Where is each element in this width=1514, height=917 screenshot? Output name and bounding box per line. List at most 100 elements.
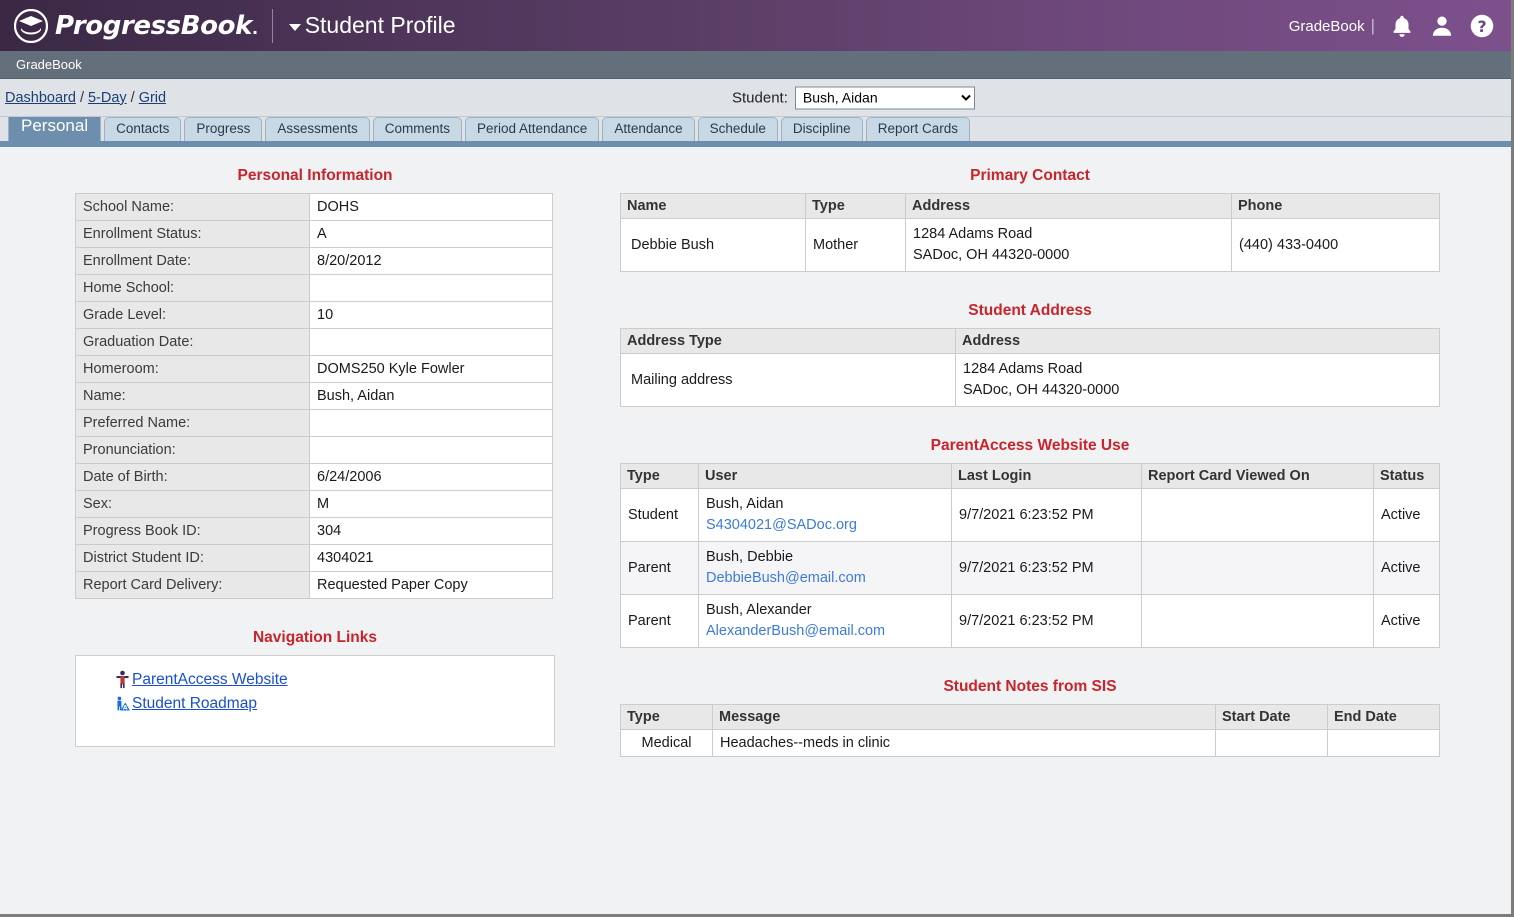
cell-message: Headaches--meds in clinic: [712, 729, 1216, 758]
row-value: [309, 274, 553, 302]
row-label: Home School:: [75, 274, 310, 302]
cell-type: Medical: [620, 729, 713, 758]
student-address-title: Student Address: [968, 302, 1092, 320]
main-content: Personal Information School Name: DOHS En…: [0, 147, 1511, 892]
column-header-start-date: Start Date: [1215, 704, 1328, 731]
row-label: Preferred Name:: [75, 409, 310, 437]
row-label: Date of Birth:: [75, 463, 310, 491]
student-select[interactable]: Bush, Aidan: [794, 86, 975, 109]
navigation-link-parentaccess-website[interactable]: ParentAccess Website: [132, 671, 288, 689]
tab-comments[interactable]: Comments: [372, 117, 462, 141]
table-row: District Student ID: 4304021: [75, 544, 553, 572]
user-email-link[interactable]: AlexanderBush@email.com: [706, 621, 944, 642]
cell-type: Parent: [620, 594, 699, 649]
column-header-phone: Phone: [1231, 193, 1440, 219]
column-header-message: Message: [712, 704, 1216, 731]
tab-schedule[interactable]: Schedule: [697, 117, 778, 141]
chevron-down-icon[interactable]: [288, 23, 301, 31]
person-roadmap-icon: A: [117, 696, 130, 711]
row-value: [309, 436, 553, 464]
cell-status: Active: [1373, 594, 1440, 649]
row-value: 10: [309, 301, 553, 329]
help-question-icon[interactable]: ?: [1469, 13, 1495, 39]
student-picker: Student: Bush, Aidan: [732, 86, 975, 109]
column-header-name: Name: [620, 193, 806, 219]
cell-report-card-viewed-on: [1141, 594, 1374, 649]
tab-attendance[interactable]: Attendance: [602, 117, 695, 141]
student-address-table: Address Type Address Mailing address 128…: [620, 328, 1440, 408]
progressbook-logo[interactable]: ProgressBook.: [14, 8, 258, 43]
address-line-2: SADoc, OH 44320-0000: [963, 382, 1120, 399]
cell-name: Debbie Bush: [620, 217, 806, 273]
right-column: Primary Contact Name Type Address Phone …: [620, 167, 1440, 758]
tab-assessments[interactable]: Assessments: [265, 117, 370, 141]
table-row: Progress Book ID: 304: [75, 517, 553, 545]
user-email-link[interactable]: S4304021@SADoc.org: [706, 515, 944, 536]
address-line-1: 1284 Adams Road: [913, 226, 1033, 242]
brand-bold: ProgressBook: [55, 10, 252, 41]
module-bar: GradeBook: [0, 51, 1511, 79]
user-account-icon[interactable]: [1429, 13, 1455, 39]
breadcrumb-item-grid[interactable]: Grid: [139, 90, 166, 106]
navigation-links-box: ParentAccess Website A Student Roadmap: [75, 655, 555, 747]
person-icon: [116, 670, 129, 689]
brand-dot: .: [252, 18, 258, 38]
breadcrumb-item-5-day[interactable]: 5-Day: [88, 90, 127, 106]
page-title-menu[interactable]: Student Profile: [288, 12, 456, 39]
row-value: 8/20/2012: [309, 247, 553, 275]
table-row: Home School:: [75, 274, 553, 302]
cell-last-login: 9/7/2021 6:23:52 PM: [951, 488, 1142, 543]
breadcrumb-item-dashboard[interactable]: Dashboard: [5, 90, 76, 106]
column-header-report-card-viewed-on: Report Card Viewed On: [1141, 463, 1374, 490]
module-name: GradeBook: [16, 57, 82, 72]
column-header-address: Address: [955, 328, 1440, 355]
row-value: A: [309, 220, 553, 248]
user-name: Bush, Alexander: [706, 602, 812, 619]
table-row: Pronunciation:: [75, 436, 553, 464]
cell-user: Bush, Debbie DebbieBush@email.com: [698, 541, 952, 596]
parentaccess-website-use-title: ParentAccess Website Use: [930, 437, 1130, 455]
table-row: Enrollment Status: A: [75, 220, 553, 248]
table-header-row: Address Type Address: [620, 328, 1440, 355]
table-row: Date of Birth: 6/24/2006: [75, 463, 553, 491]
cell-address: 1284 Adams Road SADoc, OH 44320-0000: [905, 217, 1232, 273]
row-value: DOMS250 Kyle Fowler: [309, 355, 553, 383]
primary-contact-table: Name Type Address Phone Debbie Bush Moth…: [620, 193, 1440, 273]
notification-bell-icon[interactable]: [1389, 13, 1415, 39]
svg-text:A: A: [123, 704, 128, 711]
brand-name: ProgressBook.: [55, 11, 258, 41]
row-value: 6/24/2006: [309, 463, 553, 491]
row-value: [309, 328, 553, 356]
tab-period-attendance[interactable]: Period Attendance: [464, 117, 600, 141]
cell-phone: (440) 433-0400: [1231, 217, 1440, 273]
student-notes-from-sis-table: Type Message Start Date End Date Medical…: [620, 704, 1440, 758]
user-email-link[interactable]: DebbieBush@email.com: [706, 568, 944, 589]
column-header-type: Type: [620, 463, 699, 490]
navigation-link-student-roadmap[interactable]: Student Roadmap: [132, 695, 257, 713]
table-row: Mailing address 1284 Adams Road SADoc, O…: [620, 353, 1440, 408]
column-header-user: User: [698, 463, 952, 490]
tab-report-cards[interactable]: Report Cards: [865, 117, 970, 141]
tab-contacts[interactable]: Contacts: [104, 117, 182, 141]
header-pipe: |: [1370, 15, 1375, 35]
tab-discipline[interactable]: Discipline: [780, 117, 863, 141]
column-header-last-login: Last Login: [951, 463, 1142, 490]
cell-last-login: 9/7/2021 6:23:52 PM: [951, 594, 1142, 649]
row-label: Graduation Date:: [75, 328, 310, 356]
row-value: DOHS: [309, 193, 553, 221]
row-label: Progress Book ID:: [75, 517, 310, 545]
list-item[interactable]: ParentAccess Website: [114, 670, 554, 689]
column-header-address-type: Address Type: [620, 328, 956, 355]
breadcrumb-bar: Dashboard / 5-Day / Grid Student: Bush, …: [0, 79, 1511, 117]
list-item[interactable]: A Student Roadmap: [114, 694, 554, 713]
page-title: Student Profile: [304, 12, 456, 38]
cell-report-card-viewed-on: [1141, 488, 1374, 543]
cell-type: Parent: [620, 541, 699, 596]
table-header-row: Type User Last Login Report Card Viewed …: [620, 463, 1440, 490]
table-row: Name: Bush, Aidan: [75, 382, 553, 410]
tab-progress[interactable]: Progress: [184, 117, 263, 141]
column-header-address: Address: [905, 193, 1232, 219]
svg-text:?: ?: [1477, 16, 1486, 35]
table-row: Graduation Date:: [75, 328, 553, 356]
column-header-type: Type: [805, 193, 906, 219]
